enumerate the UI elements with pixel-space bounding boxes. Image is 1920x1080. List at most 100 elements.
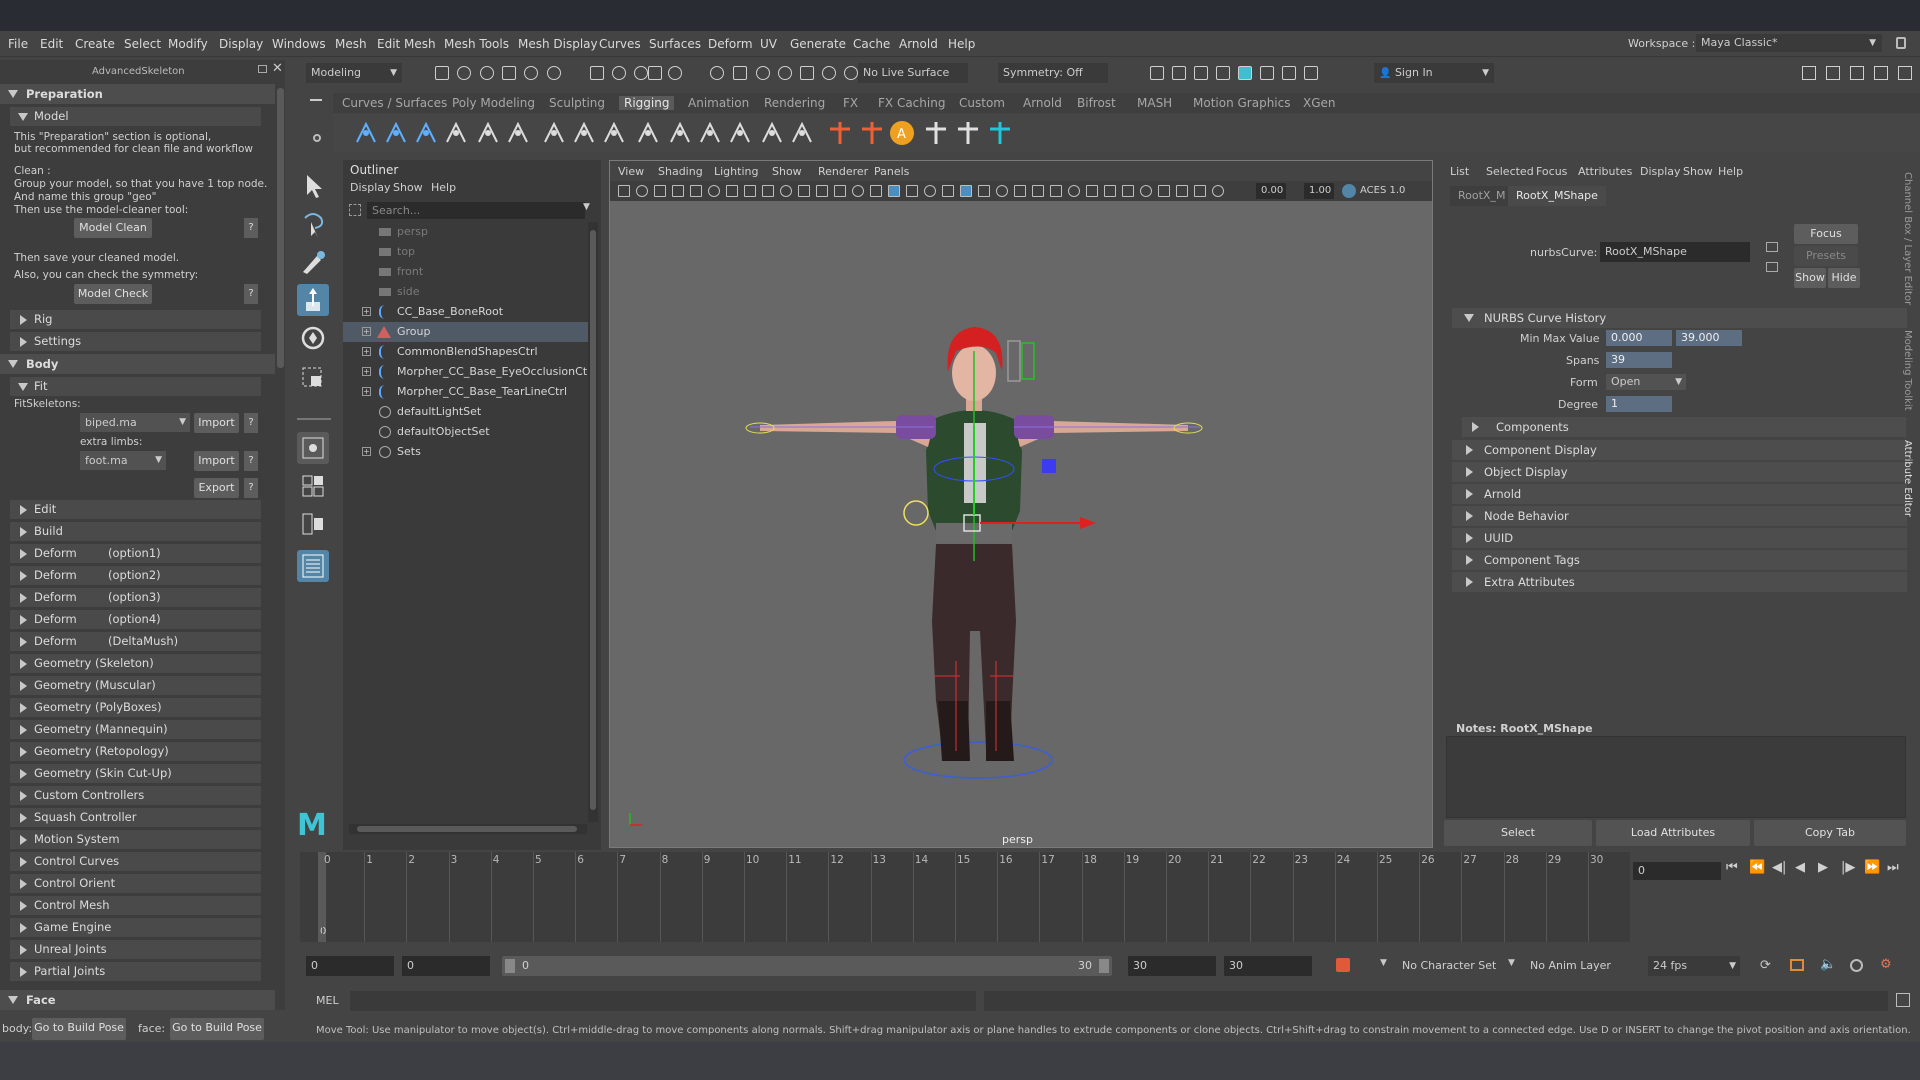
four-view-layout-icon[interactable]	[297, 470, 329, 502]
viewport-tool-icon[interactable]	[708, 185, 720, 197]
color-space-label[interactable]: ACES 1.0	[1360, 185, 1405, 196]
outliner-item[interactable]: + Sets	[343, 442, 588, 462]
viewport-tool-icon[interactable]	[654, 185, 666, 197]
ae-menu-show[interactable]: Show	[1683, 165, 1713, 178]
viewport-tool-icon[interactable]	[1104, 185, 1116, 197]
live-surface-field[interactable]: No Live Surface	[858, 63, 968, 83]
fit-skeleton-dropdown[interactable]: biped.ma ▼	[80, 413, 190, 432]
color-management-icon[interactable]	[1342, 184, 1356, 198]
outliner-item[interactable]: defaultLightSet	[343, 402, 588, 422]
outliner-item[interactable]: + Morpher_CC_Base_TearLineCtrl	[343, 382, 588, 402]
outliner-hscrollbar[interactable]	[349, 824, 587, 834]
section-face[interactable]: Face	[0, 990, 275, 1010]
step-back-key-icon[interactable]: ⏪	[1749, 860, 1765, 875]
status-tool-icon[interactable]	[435, 66, 449, 80]
viewport-tool-icon[interactable]	[762, 185, 774, 197]
render-tool-icon[interactable]	[1194, 66, 1208, 80]
aim-constraint-icon[interactable]	[697, 120, 723, 146]
components-section[interactable]: Components	[1462, 417, 1906, 437]
viewport-tool-icon[interactable]	[618, 185, 630, 197]
viewport-tool-icon[interactable]	[1176, 185, 1188, 197]
status-tool-icon[interactable]	[457, 66, 471, 80]
outliner-layout-icon[interactable]	[297, 550, 329, 582]
status-tool-icon[interactable]	[634, 66, 648, 80]
ae-menu-focus[interactable]: Focus	[1536, 165, 1567, 178]
show-button[interactable]: Show	[1794, 268, 1826, 288]
body-section-unreal-joints[interactable]: Unreal Joints	[10, 940, 261, 959]
ae-menu-selected[interactable]: Selected	[1486, 165, 1534, 178]
status-tool-icon[interactable]	[648, 66, 662, 80]
range-end-handle[interactable]	[1099, 959, 1109, 973]
menu-deform[interactable]: Deform	[708, 37, 753, 51]
body-section-game-engine[interactable]: Game Engine	[10, 918, 261, 937]
step-forward-key-icon[interactable]: ⏩	[1864, 860, 1880, 875]
viewport-menu-show[interactable]: Show	[772, 165, 802, 178]
status-tool-icon[interactable]	[756, 66, 770, 80]
menu-cache[interactable]: Cache	[853, 37, 890, 51]
viewport-tool-icon[interactable]	[1014, 185, 1026, 197]
degree-field[interactable]: 1	[1606, 396, 1672, 412]
extra-limbs-dropdown[interactable]: foot.ma ▼	[80, 451, 166, 470]
range-start-handle[interactable]	[505, 959, 515, 973]
paint-select-icon[interactable]	[297, 246, 329, 278]
play-forward-icon[interactable]: ▶	[1818, 860, 1828, 875]
menu-file[interactable]: File	[8, 37, 28, 51]
layout-icon[interactable]	[1898, 66, 1912, 80]
shelf-tab-sculpting[interactable]: Sculpting	[549, 96, 605, 110]
viewport-tool-icon[interactable]	[1086, 185, 1098, 197]
viewport-menu-renderer[interactable]: Renderer	[818, 165, 868, 178]
lattice-icon[interactable]	[601, 120, 627, 146]
time-slider[interactable]: 0 0 1 2 3 4 5 6 7 8 9 10 11 12 13 14 15 16 17 18 19 20 21 22 23…	[300, 852, 1630, 942]
ae-section-component-tags[interactable]: Component Tags	[1452, 550, 1907, 570]
ae-menu-list[interactable]: List	[1450, 165, 1469, 178]
biped-icon[interactable]	[923, 120, 949, 146]
body-section-squash-controller[interactable]: Squash Controller	[10, 808, 261, 827]
body-section-build[interactable]: Build	[10, 522, 261, 541]
fit-import-help-button[interactable]: ?	[244, 413, 258, 433]
cluster-icon[interactable]	[635, 120, 661, 146]
viewport-tool-icon[interactable]	[672, 185, 684, 197]
menu-mesh-display[interactable]: Mesh Display	[518, 37, 598, 51]
shelf-tab-rendering[interactable]: Rendering	[764, 96, 825, 110]
sound-icon[interactable]: 🔈	[1820, 957, 1836, 972]
menu-edit[interactable]: Edit	[40, 37, 63, 51]
ae-section-component-display[interactable]: Component Display	[1452, 440, 1907, 460]
min-value-field[interactable]: 0.000	[1606, 330, 1672, 346]
close-icon[interactable]: ✕	[272, 61, 283, 76]
menu-display[interactable]: Display	[219, 37, 263, 51]
scale-tool-icon[interactable]	[297, 360, 329, 392]
load-attributes-button[interactable]: Load Attributes	[1596, 820, 1750, 846]
model-check-button[interactable]: Model Check	[74, 284, 152, 304]
viewport-tool-icon[interactable]	[1122, 185, 1134, 197]
outliner-item[interactable]: + Group	[343, 322, 588, 342]
body-section-control-curves[interactable]: Control Curves	[10, 852, 261, 871]
ae-section-extra-attributes[interactable]: Extra Attributes	[1452, 572, 1907, 592]
orient-constraint-icon[interactable]	[727, 120, 753, 146]
viewport-menu-panels[interactable]: Panels	[874, 165, 909, 178]
persp-viewport[interactable]: View Shading Lighting Show Renderer Panels 0.…	[609, 160, 1433, 848]
rotate-tool-icon[interactable]	[297, 322, 329, 354]
joint-tool-icon[interactable]	[353, 120, 379, 146]
viewport-tool-icon[interactable]	[1068, 185, 1080, 197]
section-preparation[interactable]: Preparation	[0, 84, 275, 104]
face-build-pose-button[interactable]: Go to Build Pose	[170, 1018, 264, 1040]
viewport-tool-icon[interactable]	[978, 185, 990, 197]
shelf-tab-arnold[interactable]: Arnold	[1023, 96, 1062, 110]
step-forward-frame-icon[interactable]: |▶	[1841, 860, 1855, 875]
parent-constraint-icon[interactable]	[759, 120, 785, 146]
loop-icon[interactable]: ⟳	[1760, 958, 1771, 973]
status-tool-icon[interactable]	[778, 66, 792, 80]
scroll-thumb[interactable]	[357, 826, 577, 832]
cache-icon[interactable]	[1790, 959, 1804, 971]
playback-end-field[interactable]: 30	[1128, 956, 1216, 976]
layout-icon[interactable]	[1850, 66, 1864, 80]
shelf-tab-xgen[interactable]: XGen	[1303, 96, 1336, 110]
render-tool-icon[interactable]	[1282, 66, 1296, 80]
quick-rig-icon[interactable]	[505, 120, 531, 146]
current-frame-field[interactable]: 0	[1633, 862, 1721, 880]
viewport-tool-icon[interactable]	[816, 185, 828, 197]
viewport-tool-icon[interactable]	[1032, 185, 1044, 197]
body-section-deform[interactable]: Deform (option3)	[10, 588, 261, 607]
viewport-tool-icon[interactable]	[744, 185, 756, 197]
hide-button[interactable]: Hide	[1828, 268, 1860, 288]
